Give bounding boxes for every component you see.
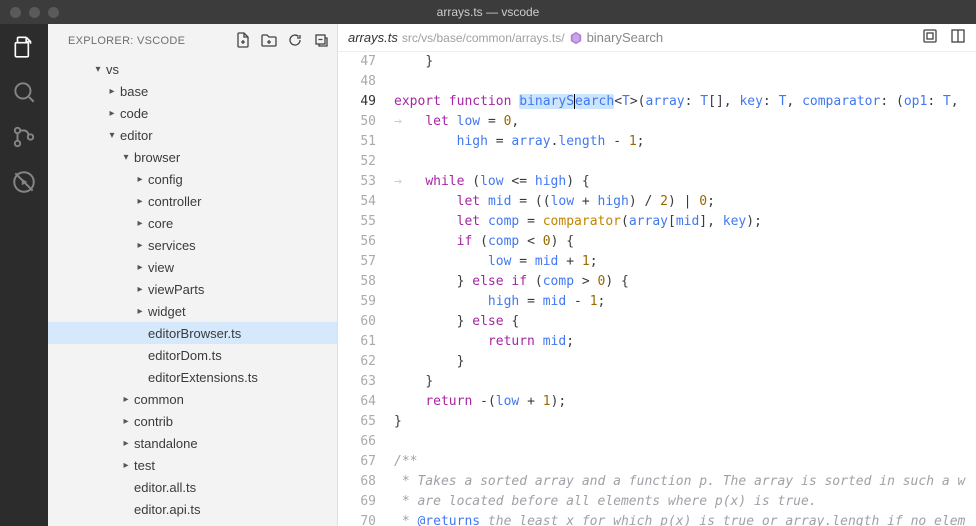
chevron-down-icon[interactable]: ▾ <box>104 130 120 141</box>
chevron-right-icon[interactable]: ▸ <box>104 108 120 119</box>
tree-item-label: viewParts <box>148 282 204 297</box>
tree-item-label: code <box>120 106 148 121</box>
refresh-icon[interactable] <box>287 32 303 51</box>
tree-item-label: editorExtensions.ts <box>148 370 258 385</box>
breadcrumbs[interactable]: arrays.ts src/vs/base/common/arrays.ts/ … <box>338 24 976 52</box>
method-icon <box>569 31 583 45</box>
tree-item[interactable]: ▸common <box>48 388 337 410</box>
tree-item-label: view <box>148 260 174 275</box>
editor-actions <box>922 28 966 47</box>
chevron-right-icon[interactable]: ▸ <box>132 284 148 295</box>
code-content[interactable]: }export function binarySearch<T>(array: … <box>394 52 976 526</box>
tree-item-label: editor.all.ts <box>134 480 196 495</box>
tree-item[interactable]: editor.api.ts <box>48 498 337 520</box>
chevron-down-icon[interactable]: ▾ <box>90 64 106 75</box>
window-title: arrays.ts — vscode <box>437 5 540 19</box>
chevron-right-icon[interactable]: ▸ <box>118 416 134 427</box>
explorer-title: EXPLORER: VSCODE <box>68 35 185 47</box>
maximize-window-icon[interactable] <box>48 7 59 18</box>
tree-item[interactable]: editorDom.ts <box>48 344 337 366</box>
open-changes-icon[interactable] <box>922 28 938 47</box>
chevron-right-icon[interactable]: ▸ <box>132 240 148 251</box>
tree-item[interactable]: ▸test <box>48 454 337 476</box>
tree-item[interactable]: ▸controller <box>48 190 337 212</box>
tree-item-label: standalone <box>134 436 198 451</box>
explorer-actions <box>235 32 329 51</box>
tree-item[interactable]: ▸widget <box>48 300 337 322</box>
chevron-right-icon[interactable]: ▸ <box>118 460 134 471</box>
tree-item[interactable]: editorExtensions.ts <box>48 366 337 388</box>
tree-item[interactable]: editorBrowser.ts <box>48 322 337 344</box>
tree-item-label: contrib <box>134 414 173 429</box>
tree-item-label: controller <box>148 194 201 209</box>
tree-item[interactable]: ▸code <box>48 102 337 124</box>
tree-item[interactable]: ▾browser <box>48 146 337 168</box>
tree-item-label: widget <box>148 304 186 319</box>
chevron-right-icon[interactable]: ▸ <box>132 218 148 229</box>
editor-area: arrays.ts src/vs/base/common/arrays.ts/ … <box>338 24 976 526</box>
explorer-sidebar: EXPLORER: VSCODE ▾vs▸base▸code▾editor▾br… <box>48 24 338 526</box>
tree-item-label: services <box>148 238 196 253</box>
tree-item[interactable]: ▸core <box>48 212 337 234</box>
titlebar[interactable]: arrays.ts — vscode <box>0 0 976 24</box>
tree-item[interactable]: ▸view <box>48 256 337 278</box>
tree-item[interactable]: ▸standalone <box>48 432 337 454</box>
chevron-down-icon[interactable]: ▾ <box>118 152 134 163</box>
tree-item-label: config <box>148 172 183 187</box>
close-window-icon[interactable] <box>10 7 21 18</box>
chevron-right-icon[interactable]: ▸ <box>132 306 148 317</box>
tree-item[interactable]: ▾vs <box>48 58 337 80</box>
tree-item-label: test <box>134 458 155 473</box>
breadcrumb-path[interactable]: src/vs/base/common/arrays.ts/ <box>402 31 565 45</box>
chevron-right-icon[interactable]: ▸ <box>118 394 134 405</box>
search-icon[interactable] <box>11 79 37 108</box>
tree-item[interactable]: ▸viewParts <box>48 278 337 300</box>
activity-bar <box>0 24 48 526</box>
tree-item[interactable]: ▸config <box>48 168 337 190</box>
code-editor[interactable]: 4748495051525354555657585960616263646566… <box>338 52 976 526</box>
explorer-icon[interactable] <box>11 34 37 63</box>
tree-item-label: vs <box>106 62 119 77</box>
breadcrumb-file[interactable]: arrays.ts <box>348 30 398 45</box>
line-number-gutter: 4748495051525354555657585960616263646566… <box>338 52 394 526</box>
explorer-header: EXPLORER: VSCODE <box>48 24 337 58</box>
tree-item[interactable]: ▾editor <box>48 124 337 146</box>
chevron-right-icon[interactable]: ▸ <box>118 438 134 449</box>
debug-icon[interactable] <box>11 169 37 198</box>
tree-item-label: editorBrowser.ts <box>148 326 241 341</box>
tree-item[interactable]: editor.main.ts <box>48 520 337 526</box>
file-tree[interactable]: ▾vs▸base▸code▾editor▾browser▸config▸cont… <box>48 58 337 526</box>
minimize-window-icon[interactable] <box>29 7 40 18</box>
tree-item-label: editorDom.ts <box>148 348 222 363</box>
chevron-right-icon[interactable]: ▸ <box>132 196 148 207</box>
tree-item-label: editor <box>120 128 153 143</box>
chevron-right-icon[interactable]: ▸ <box>132 174 148 185</box>
tree-item[interactable]: ▸services <box>48 234 337 256</box>
tree-item[interactable]: ▸contrib <box>48 410 337 432</box>
new-file-icon[interactable] <box>235 32 251 51</box>
tree-item-label: browser <box>134 150 180 165</box>
tree-item[interactable]: editor.all.ts <box>48 476 337 498</box>
tree-item-label: core <box>148 216 173 231</box>
chevron-right-icon[interactable]: ▸ <box>104 86 120 97</box>
chevron-right-icon[interactable]: ▸ <box>132 262 148 273</box>
tree-item-label: editor.api.ts <box>134 502 201 517</box>
tree-item[interactable]: ▸base <box>48 80 337 102</box>
window-controls <box>0 7 59 18</box>
tree-item-label: base <box>120 84 148 99</box>
tree-item-label: common <box>134 392 184 407</box>
new-folder-icon[interactable] <box>261 32 277 51</box>
source-control-icon[interactable] <box>11 124 37 153</box>
split-editor-icon[interactable] <box>950 28 966 47</box>
breadcrumb-symbol[interactable]: binarySearch <box>569 30 664 45</box>
collapse-all-icon[interactable] <box>313 32 329 51</box>
breadcrumb-symbol-label: binarySearch <box>587 30 664 45</box>
